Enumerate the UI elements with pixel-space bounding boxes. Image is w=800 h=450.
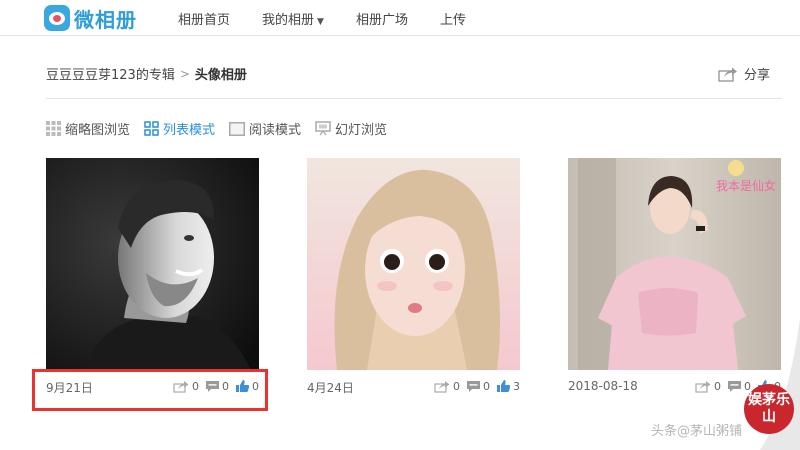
breadcrumb: 豆豆豆豆芽123的专辑 > 头像相册 — [46, 64, 247, 84]
reading-icon — [229, 121, 246, 136]
share-count: 0 — [714, 379, 721, 393]
share-icon — [718, 67, 737, 82]
photo-card: 4月24日 0 0 3 — [307, 158, 520, 406]
camera-logo-icon — [44, 5, 70, 31]
comment-count: 0 — [744, 379, 751, 393]
nav-item-my-albums[interactable]: 我的相册 ▼ — [262, 9, 324, 28]
photo-girl-selfie — [307, 158, 520, 370]
view-mode-label: 幻灯浏览 — [335, 123, 388, 138]
comment-count-button[interactable]: 0 — [727, 380, 751, 393]
comment-count: 0 — [483, 379, 490, 393]
list-grid-icon — [144, 121, 159, 136]
photo-stats: 0 0 3 — [428, 379, 520, 393]
grid-icon — [46, 121, 61, 136]
photo-girl-pink-shirt: 我本是仙女 — [568, 158, 781, 370]
nav-item-square[interactable]: 相册广场 — [356, 9, 408, 28]
comment-icon — [467, 380, 480, 392]
brand-name: 微相册 — [74, 7, 137, 32]
sticker-text: 我本是仙女 — [716, 178, 776, 193]
view-mode-label: 缩略图浏览 — [65, 123, 131, 138]
share-count: 0 — [453, 379, 460, 393]
thumbs-up-icon — [497, 380, 511, 392]
comment-count-button[interactable]: 0 — [466, 380, 490, 393]
like-count-button[interactable]: 3 — [496, 379, 520, 393]
view-mode-thumbnail[interactable]: 缩略图浏览 — [46, 119, 130, 138]
share-icon — [695, 380, 711, 393]
share-count-button[interactable]: 0 — [434, 380, 460, 393]
view-mode-slideshow[interactable]: 幻灯浏览 — [315, 119, 387, 138]
photo-date: 4月24日 — [307, 381, 354, 395]
view-mode-label: 阅读模式 — [249, 123, 302, 138]
photo-thumbnail[interactable] — [46, 158, 259, 370]
view-mode-bar: 缩略图浏览 列表模式 阅读模式 幻灯浏览 — [46, 119, 401, 138]
nav-item-home[interactable]: 相册首页 — [178, 9, 230, 28]
like-count: 3 — [513, 379, 520, 393]
highlight-box — [32, 369, 268, 411]
breadcrumb-separator: > — [179, 66, 190, 81]
page-title: 头像相册 — [194, 68, 247, 83]
photo-meta: 4月24日 0 0 3 — [307, 376, 520, 406]
share-label: 分享 — [743, 68, 770, 83]
top-nav: 微相册 相册首页 我的相册 ▼ 相册广场 上传 — [0, 0, 800, 36]
photo-card: 我本是仙女 2018-08-18 0 0 0 — [568, 158, 781, 406]
breadcrumb-parent-link[interactable]: 豆豆豆豆芽123的专辑 — [46, 64, 175, 83]
photo-thumbnail[interactable] — [307, 158, 520, 370]
comment-icon — [728, 380, 741, 392]
photo-thumbnail[interactable]: 我本是仙女 — [568, 158, 781, 370]
watermark-seal: 娱茅乐山 — [744, 384, 794, 434]
view-mode-reading[interactable]: 阅读模式 — [229, 119, 301, 138]
slideshow-icon — [315, 121, 331, 136]
watermark-text: 头条@茅山粥铺 — [650, 424, 742, 439]
photo-man-portrait — [46, 158, 259, 370]
caret-down-icon: ▼ — [317, 17, 324, 27]
share-button[interactable]: 分享 — [718, 64, 770, 83]
view-mode-label: 列表模式 — [163, 123, 216, 138]
nav-item-upload[interactable]: 上传 — [440, 9, 466, 28]
photo-date: 2018-08-18 — [568, 379, 638, 393]
share-icon — [434, 380, 450, 393]
view-mode-list[interactable]: 列表模式 — [144, 119, 215, 138]
site-logo[interactable]: 微相册 — [44, 4, 137, 32]
share-count-button[interactable]: 0 — [695, 380, 721, 393]
divider — [46, 98, 782, 99]
